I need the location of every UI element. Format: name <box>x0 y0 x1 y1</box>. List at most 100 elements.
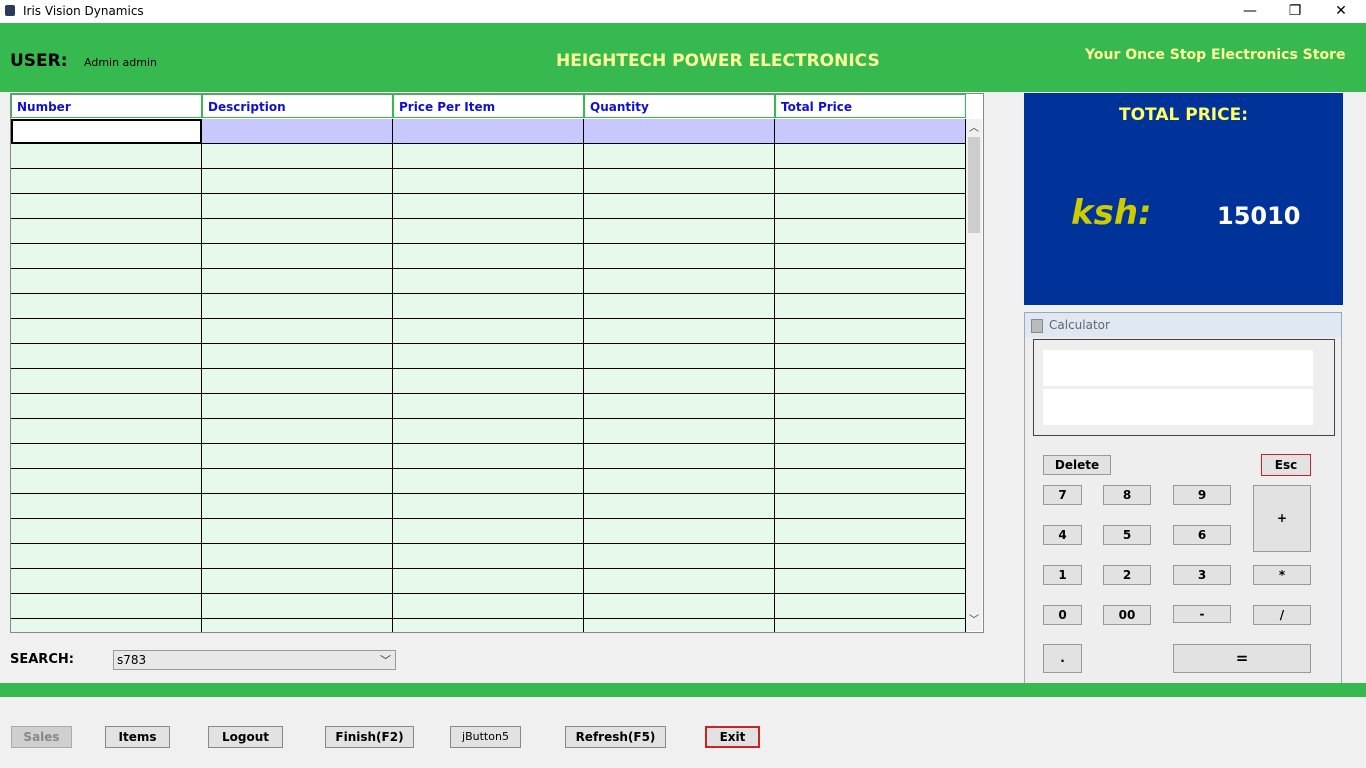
table-row[interactable] <box>11 594 966 619</box>
table-cell-number[interactable] <box>11 494 202 519</box>
table-cell-description[interactable] <box>202 244 393 269</box>
table-cell-quantity[interactable] <box>584 219 775 244</box>
column-header-description[interactable]: Description <box>202 94 393 118</box>
table-cell-description[interactable] <box>202 469 393 494</box>
table-cell-price-per-item[interactable] <box>393 344 584 369</box>
calc-key-plus[interactable]: + <box>1253 485 1311 552</box>
table-cell-quantity[interactable] <box>584 544 775 569</box>
table-cell-number[interactable] <box>11 394 202 419</box>
table-cell-description[interactable] <box>202 619 393 632</box>
table-cell-description[interactable] <box>202 269 393 294</box>
table-cell-quantity[interactable] <box>584 244 775 269</box>
calc-key-5[interactable]: 5 <box>1103 525 1151 545</box>
table-cell-quantity[interactable] <box>584 619 775 632</box>
table-cell-total-price[interactable] <box>775 169 966 194</box>
table-row[interactable] <box>11 444 966 469</box>
table-cell-number[interactable] <box>11 344 202 369</box>
table-cell-number[interactable] <box>11 219 202 244</box>
sales-button[interactable]: Sales <box>11 726 72 748</box>
table-cell-total-price[interactable] <box>775 244 966 269</box>
close-button[interactable]: ✕ <box>1318 0 1364 23</box>
calc-key-4[interactable]: 4 <box>1043 525 1082 545</box>
calc-key-divide[interactable]: / <box>1253 605 1311 625</box>
calc-key-equals[interactable]: = <box>1173 644 1311 673</box>
table-cell-price-per-item[interactable] <box>393 419 584 444</box>
table-cell-description[interactable] <box>202 169 393 194</box>
table-cell-number[interactable] <box>11 144 202 169</box>
calculator-expression-field[interactable] <box>1043 350 1313 386</box>
calc-key-0[interactable]: 0 <box>1043 605 1082 625</box>
table-cell-description[interactable] <box>202 369 393 394</box>
calc-key-6[interactable]: 6 <box>1173 525 1231 545</box>
table-cell-quantity[interactable] <box>584 169 775 194</box>
table-cell-price-per-item[interactable] <box>393 319 584 344</box>
table-row[interactable] <box>11 319 966 344</box>
column-header-total-price[interactable]: Total Price <box>775 94 966 118</box>
table-cell-price-per-item[interactable] <box>393 269 584 294</box>
table-cell-total-price[interactable] <box>775 544 966 569</box>
table-cell-number[interactable] <box>11 544 202 569</box>
table-row[interactable] <box>11 544 966 569</box>
table-cell-total-price[interactable] <box>775 394 966 419</box>
table-cell-total-price[interactable] <box>775 319 966 344</box>
table-cell-total-price[interactable] <box>775 569 966 594</box>
table-cell-price-per-item[interactable] <box>393 144 584 169</box>
table-cell-number[interactable] <box>11 569 202 594</box>
chevron-down-icon[interactable]: ﹀ <box>380 652 391 668</box>
calc-key-1[interactable]: 1 <box>1043 565 1082 585</box>
table-cell-number[interactable] <box>11 469 202 494</box>
table-row[interactable] <box>11 119 966 144</box>
table-cell-total-price[interactable] <box>775 444 966 469</box>
table-cell-total-price[interactable] <box>775 594 966 619</box>
table-cell-price-per-item[interactable] <box>393 194 584 219</box>
table-cell-quantity[interactable] <box>584 469 775 494</box>
scroll-down-icon[interactable]: ﹀ <box>966 613 982 629</box>
table-cell-quantity[interactable] <box>584 519 775 544</box>
table-row[interactable] <box>11 569 966 594</box>
table-cell-description[interactable] <box>202 494 393 519</box>
table-cell-quantity[interactable] <box>584 394 775 419</box>
scroll-up-icon[interactable]: ︿ <box>966 121 982 137</box>
calc-key-minus[interactable]: - <box>1173 605 1231 623</box>
table-cell-price-per-item[interactable] <box>393 444 584 469</box>
table-cell-number[interactable] <box>11 269 202 294</box>
table-cell-price-per-item[interactable] <box>393 394 584 419</box>
table-row[interactable] <box>11 419 966 444</box>
table-cell-description[interactable] <box>202 419 393 444</box>
table-cell-total-price[interactable] <box>775 144 966 169</box>
table-cell-number[interactable] <box>11 444 202 469</box>
table-cell-quantity[interactable] <box>584 194 775 219</box>
table-cell-description[interactable] <box>202 569 393 594</box>
calc-esc-button[interactable]: Esc <box>1261 454 1311 476</box>
table-cell-total-price[interactable] <box>775 219 966 244</box>
table-cell-number[interactable] <box>11 594 202 619</box>
exit-button[interactable]: Exit <box>705 726 760 748</box>
calc-key-9[interactable]: 9 <box>1173 485 1231 505</box>
table-cell-total-price[interactable] <box>775 494 966 519</box>
table-cell-description[interactable] <box>202 194 393 219</box>
logout-button[interactable]: Logout <box>208 726 283 748</box>
table-cell-total-price[interactable] <box>775 294 966 319</box>
table-cell-description[interactable] <box>202 394 393 419</box>
table-cell-total-price[interactable] <box>775 419 966 444</box>
table-cell-number[interactable] <box>11 169 202 194</box>
table-cell-total-price[interactable] <box>775 619 966 632</box>
table-cell-quantity[interactable] <box>584 594 775 619</box>
table-cell-price-per-item[interactable] <box>393 169 584 194</box>
table-cell-description[interactable] <box>202 219 393 244</box>
table-row[interactable] <box>11 369 966 394</box>
table-cell-description[interactable] <box>202 319 393 344</box>
table-cell-number[interactable] <box>11 619 202 632</box>
table-cell-number[interactable] <box>11 519 202 544</box>
table-cell-price-per-item[interactable] <box>393 594 584 619</box>
minimize-button[interactable]: — <box>1227 0 1273 23</box>
table-cell-quantity[interactable] <box>584 144 775 169</box>
table-cell-quantity[interactable] <box>584 294 775 319</box>
table-row[interactable] <box>11 269 966 294</box>
table-cell-number[interactable] <box>11 319 202 344</box>
calculator-result-field[interactable] <box>1043 389 1313 425</box>
table-cell-quantity[interactable] <box>584 344 775 369</box>
table-row[interactable] <box>11 294 966 319</box>
table-cell-quantity[interactable] <box>584 444 775 469</box>
table-row[interactable] <box>11 394 966 419</box>
